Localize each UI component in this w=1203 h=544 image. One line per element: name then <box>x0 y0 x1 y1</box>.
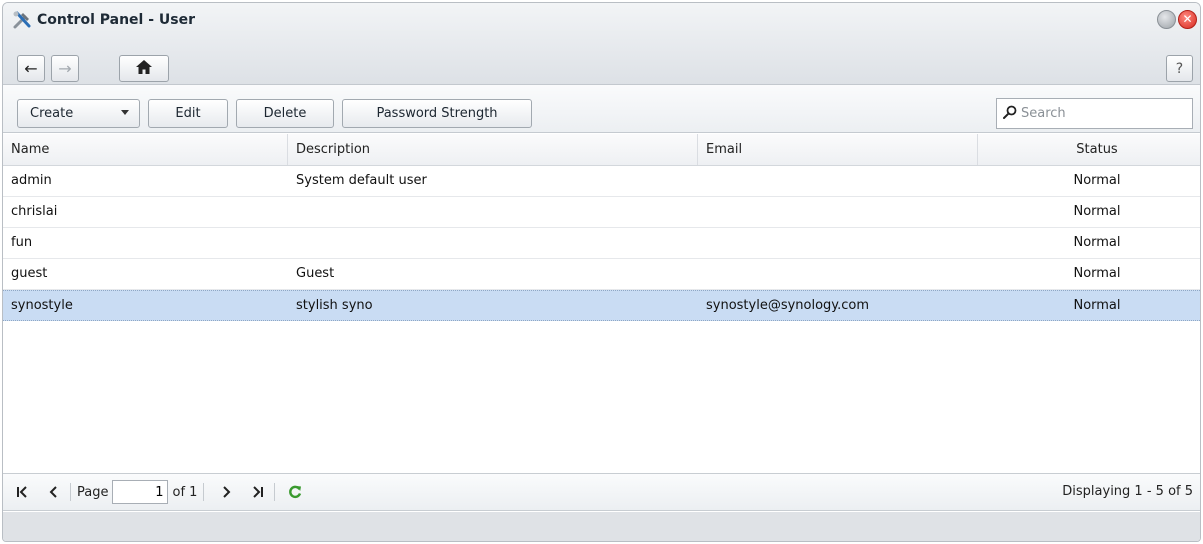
last-page-icon[interactable] <box>248 481 268 503</box>
table-header: Name Description Email Status <box>3 134 1200 166</box>
title-bar: Control Panel - User ✕ ← → ? <box>3 3 1200 85</box>
cell-email <box>698 166 978 196</box>
column-header-description[interactable]: Description <box>288 134 698 165</box>
refresh-icon[interactable] <box>285 481 305 503</box>
table-row[interactable]: guest Guest Normal <box>3 259 1200 290</box>
column-header-email[interactable]: Email <box>698 134 978 165</box>
search-icon <box>1003 105 1017 123</box>
search-input[interactable] <box>1021 106 1181 121</box>
status-bar <box>3 512 1200 541</box>
control-panel-tools-icon <box>11 9 33 31</box>
home-button[interactable] <box>119 55 169 82</box>
cell-name: fun <box>11 235 33 250</box>
table-row[interactable]: chrislai Normal <box>3 197 1200 228</box>
cell-email <box>698 197 978 227</box>
user-table: Name Description Email Status admin Syst… <box>3 134 1200 473</box>
dropdown-caret-icon <box>121 110 129 115</box>
help-icon: ? <box>1175 60 1184 77</box>
create-label: Create <box>30 106 74 121</box>
cell-name: chrislai <box>11 204 58 219</box>
password-strength-button[interactable]: Password Strength <box>342 99 532 128</box>
home-icon <box>136 59 152 78</box>
cell-name: synostyle <box>11 298 73 313</box>
toolbar: Create Edit Delete Password Strength <box>3 85 1200 133</box>
cell-status: Normal <box>1073 204 1121 219</box>
first-page-icon[interactable] <box>12 481 32 503</box>
control-panel-window: Control Panel - User ✕ ← → ? Create Edit… <box>2 2 1201 542</box>
page-number-input[interactable] <box>112 480 169 504</box>
cell-description: stylish syno <box>296 298 373 313</box>
create-button[interactable]: Create <box>17 99 140 128</box>
cell-status: Normal <box>1073 266 1121 281</box>
column-header-name[interactable]: Name <box>3 134 288 165</box>
pagination-bar: Page of 1 Displaying 1 - 5 of 5 <box>3 473 1200 511</box>
cell-status: Normal <box>1073 298 1121 313</box>
column-header-status[interactable]: Status <box>978 134 1200 165</box>
cell-description: System default user <box>296 173 427 188</box>
cell-description: Guest <box>296 266 335 281</box>
page-label: Page <box>77 484 109 500</box>
close-button[interactable]: ✕ <box>1178 10 1197 29</box>
cell-description <box>288 197 698 227</box>
table-row-selected[interactable]: synostyle stylish syno synostyle@synolog… <box>3 290 1200 321</box>
separator <box>70 483 71 501</box>
edit-button[interactable]: Edit <box>148 99 228 128</box>
previous-page-icon[interactable] <box>44 481 64 503</box>
next-page-icon[interactable] <box>216 481 236 503</box>
arrow-left-icon: ← <box>24 59 38 78</box>
search-box[interactable] <box>996 98 1193 129</box>
table-row[interactable]: admin System default user Normal <box>3 166 1200 197</box>
window-title: Control Panel - User <box>37 12 195 28</box>
page-count-label: of 1 <box>172 484 198 500</box>
cell-email <box>698 259 978 289</box>
cell-description <box>288 228 698 258</box>
back-button[interactable]: ← <box>17 55 45 82</box>
cell-status: Normal <box>1073 235 1121 250</box>
help-button[interactable]: ? <box>1166 55 1193 82</box>
cell-name: guest <box>11 266 48 281</box>
cell-email: synostyle@synology.com <box>706 298 870 313</box>
cell-email <box>698 228 978 258</box>
cell-status: Normal <box>1073 173 1121 188</box>
forward-button[interactable]: → <box>51 55 79 82</box>
minimize-button[interactable] <box>1157 10 1176 29</box>
arrow-right-icon: → <box>58 59 72 78</box>
cell-name: admin <box>11 173 52 188</box>
separator <box>274 483 276 501</box>
separator <box>203 483 205 501</box>
table-row[interactable]: fun Normal <box>3 228 1200 259</box>
displaying-count: Displaying 1 - 5 of 5 <box>1062 484 1193 499</box>
delete-button[interactable]: Delete <box>236 99 334 128</box>
